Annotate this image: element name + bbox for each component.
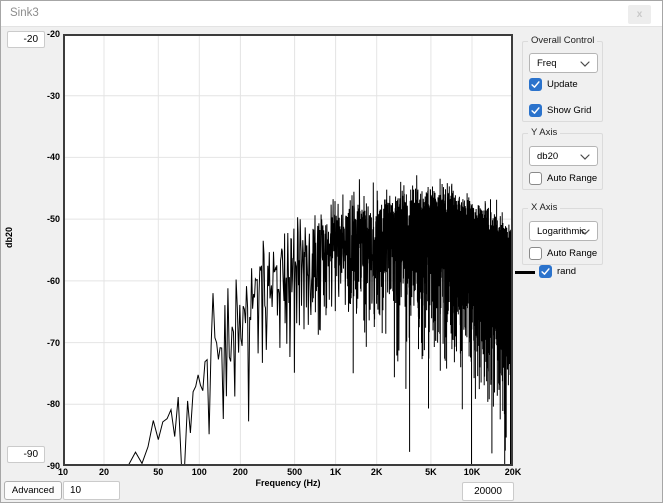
x-axis-label: Frequency (Hz) (63, 478, 513, 488)
title-bar: Sink3 x (1, 1, 662, 27)
overall-control-title: Overall Control (528, 35, 597, 46)
y-max-field[interactable]: -20 (7, 31, 45, 48)
freq-dropdown-value: Freq (537, 54, 557, 73)
chevron-down-icon (580, 229, 590, 235)
advanced-button[interactable]: Advanced (4, 481, 62, 500)
x-auto-range-label: Auto Range (547, 248, 597, 259)
x-tick-label: 1K (318, 467, 354, 477)
y-tick-label: -70 (24, 338, 60, 348)
x-tick-label: 50 (140, 467, 176, 477)
freq-dropdown[interactable]: Freq (529, 53, 598, 73)
close-button[interactable]: x (628, 5, 651, 24)
x-axis-group: X Axis Logarithmic Auto Range (522, 208, 603, 265)
y-axis-dropdown[interactable]: db20 (529, 146, 598, 166)
x-axis-dropdown-value: Logarithmic (537, 222, 586, 241)
x-tick-label: 2K (359, 467, 395, 477)
y-min-field[interactable]: -90 (7, 446, 45, 463)
x-tick-label: 20K (495, 467, 531, 477)
show-grid-checkbox[interactable] (529, 104, 542, 117)
x-axis-group-title: X Axis (528, 202, 560, 213)
scope-window: Sink3 x 10 20 50 100 200 500 1K 2K 5K 10K 20K -20 -3… (0, 0, 663, 503)
legend-line (515, 271, 535, 274)
chevron-down-icon (580, 154, 590, 160)
window-title: Sink3 (10, 1, 39, 26)
show-grid-label: Show Grid (547, 105, 591, 116)
y-tick-label: -30 (24, 91, 60, 101)
plot-area[interactable] (63, 34, 513, 466)
y-tick-label: -60 (24, 276, 60, 286)
legend-label: rand (557, 266, 576, 277)
chevron-down-icon (580, 61, 590, 67)
check-icon (530, 105, 541, 116)
y-axis-dropdown-value: db20 (537, 147, 558, 166)
x-min-field[interactable]: 10 (63, 481, 120, 500)
close-icon: x (637, 9, 643, 20)
y-axis-group-title: Y Axis (528, 127, 560, 138)
x-auto-range-checkbox[interactable] (529, 247, 542, 260)
overall-control-group: Overall Control Freq Update Show Grid (522, 41, 603, 122)
legend-checkbox[interactable] (539, 265, 552, 278)
x-tick-label: 5K (413, 467, 449, 477)
y-tick-label: -40 (24, 152, 60, 162)
x-max-field[interactable]: 20000 (462, 482, 514, 501)
x-tick-label: 10K (454, 467, 490, 477)
x-tick-label: 500 (277, 467, 313, 477)
y-auto-range-label: Auto Range (547, 173, 597, 184)
x-tick-label: 100 (181, 467, 217, 477)
x-axis-dropdown[interactable]: Logarithmic (529, 221, 598, 241)
x-tick-label: 200 (222, 467, 258, 477)
y-axis-group: Y Axis db20 Auto Range (522, 133, 603, 190)
update-label: Update (547, 79, 578, 90)
update-checkbox[interactable] (529, 78, 542, 91)
x-tick-label: 20 (86, 467, 122, 477)
y-tick-label: -50 (24, 214, 60, 224)
check-icon (540, 266, 551, 277)
y-axis-label: db20 (4, 227, 14, 248)
y-auto-range-checkbox[interactable] (529, 172, 542, 185)
y-tick-label: -80 (24, 399, 60, 409)
check-icon (530, 79, 541, 90)
